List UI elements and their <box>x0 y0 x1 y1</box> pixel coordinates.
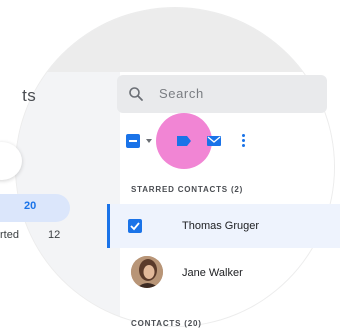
sidebar-item-count: 20 <box>24 200 37 212</box>
contact-name[interactable]: Jane Walker <box>182 267 243 279</box>
sidebar-item-contacts[interactable]: 20 <box>0 194 70 222</box>
contacts-toolbar <box>120 113 320 169</box>
sidebar-item-label: rted <box>0 229 19 241</box>
more-vertical-icon[interactable] <box>242 134 246 148</box>
avatar <box>131 256 163 288</box>
contact-name: Thomas Gruger <box>182 220 260 232</box>
magnified-view: ts 20 rted 12 Search STARRED CONTACTS (2… <box>0 0 344 328</box>
contacts-header: CONTACTS (20) <box>131 319 202 328</box>
mail-icon[interactable] <box>206 134 222 148</box>
search-bar[interactable]: Search <box>117 75 327 113</box>
row-checkbox[interactable] <box>128 219 142 233</box>
starred-contacts-header: STARRED CONTACTS (2) <box>131 185 244 194</box>
page-title: ts <box>22 86 36 105</box>
contact-row[interactable]: Thomas Gruger <box>107 204 340 248</box>
sidebar-item-starred[interactable]: rted 12 <box>0 229 80 247</box>
search-icon <box>129 87 143 101</box>
search-placeholder: Search <box>159 86 204 101</box>
chevron-down-icon[interactable] <box>146 139 152 143</box>
sidebar-item-count: 12 <box>48 229 61 241</box>
select-all-checkbox[interactable] <box>126 134 140 148</box>
top-band <box>16 8 334 72</box>
label-icon[interactable] <box>176 134 192 148</box>
